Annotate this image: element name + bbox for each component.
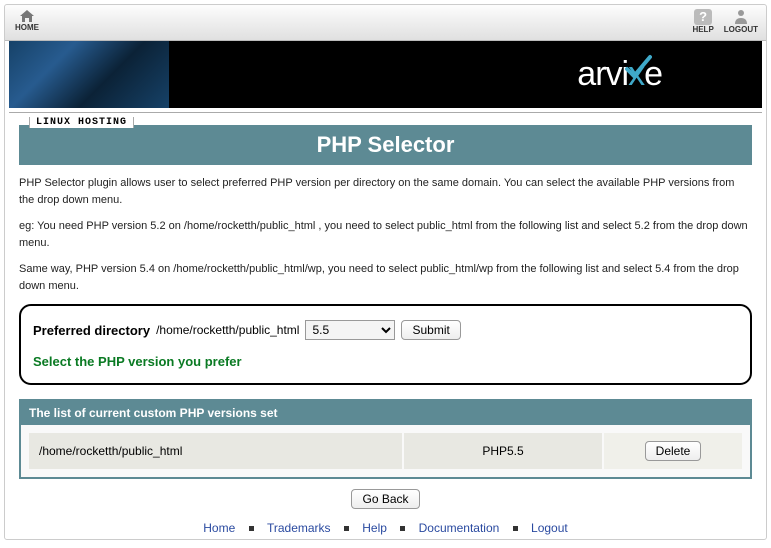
help-label: HELP xyxy=(692,25,713,34)
desc-p3: Same way, PHP version 5.4 on /home/rocke… xyxy=(19,261,752,294)
submit-button[interactable]: Submit xyxy=(401,320,460,340)
help-icon: ? xyxy=(694,9,712,25)
banner-graphic xyxy=(9,41,169,108)
home-link[interactable]: HOME xyxy=(15,9,39,32)
home-icon xyxy=(19,9,35,23)
separator-icon xyxy=(513,526,518,531)
desc-p1: PHP Selector plugin allows user to selec… xyxy=(19,175,752,208)
hosting-label: LINUX HOSTING xyxy=(29,117,134,128)
logout-icon xyxy=(734,9,748,25)
go-back-button[interactable]: Go Back xyxy=(351,489,419,509)
brand-text-a: arvi xyxy=(577,55,628,93)
banner: arvixe xyxy=(9,41,762,108)
preferred-dir-path: /home/rocketth/public_html xyxy=(156,323,299,337)
home-label: HOME xyxy=(15,23,39,32)
footer-logout[interactable]: Logout xyxy=(531,521,568,535)
separator-icon xyxy=(400,526,405,531)
delete-button[interactable]: Delete xyxy=(645,441,702,461)
row-version: PHP5.5 xyxy=(403,432,603,470)
help-link[interactable]: ? HELP xyxy=(692,9,713,34)
footer-documentation[interactable]: Documentation xyxy=(419,521,500,535)
footer: Home Trademarks Help Documentation Logou… xyxy=(19,521,752,535)
form-box: Preferred directory /home/rocketth/publi… xyxy=(19,304,752,385)
prefer-text: Select the PHP version you prefer xyxy=(33,354,738,369)
brand-check-icon: x xyxy=(628,55,644,94)
description-block: PHP Selector plugin allows user to selec… xyxy=(19,175,752,294)
custom-versions-table: The list of current custom PHP versions … xyxy=(19,399,752,479)
row-dir: /home/rocketth/public_html xyxy=(28,432,403,470)
logout-link[interactable]: LOGOUT xyxy=(724,9,758,34)
page-title: PHP Selector xyxy=(19,125,752,165)
footer-trademarks[interactable]: Trademarks xyxy=(267,521,331,535)
brand-logo: arvixe xyxy=(577,55,662,94)
php-version-select[interactable]: 5.5 xyxy=(305,320,395,340)
desc-p2: eg: You need PHP version 5.2 on /home/ro… xyxy=(19,218,752,251)
separator-icon xyxy=(344,526,349,531)
footer-help[interactable]: Help xyxy=(362,521,387,535)
logout-label: LOGOUT xyxy=(724,25,758,34)
separator-icon xyxy=(249,526,254,531)
footer-home[interactable]: Home xyxy=(203,521,235,535)
preferred-dir-label: Preferred directory xyxy=(33,323,150,338)
table-heading: The list of current custom PHP versions … xyxy=(21,401,750,425)
table-row: /home/rocketth/public_html PHP5.5 Delete xyxy=(28,432,743,470)
topbar: HOME ? HELP LOGOUT xyxy=(5,5,766,41)
